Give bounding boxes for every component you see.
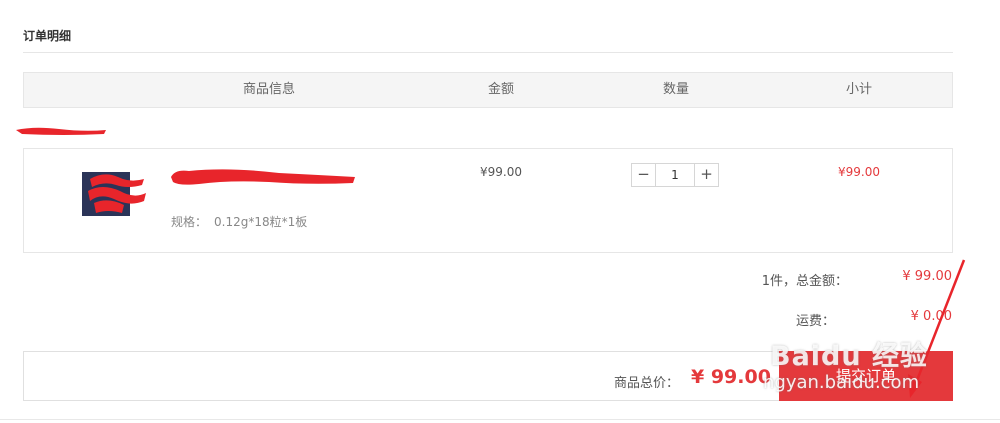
table-header: 商品信息 金额 数量 小计 bbox=[23, 72, 953, 108]
shipping-label: 运费： bbox=[795, 314, 835, 329]
divider bbox=[23, 52, 953, 53]
increase-quantity-button[interactable]: + bbox=[694, 164, 718, 186]
order-footer: 商品总价： ¥ 99.00 提交订单 bbox=[23, 351, 953, 401]
goods-total-value: ¥ 99.00 bbox=[691, 366, 771, 388]
spec-label: 规格： bbox=[171, 215, 208, 229]
order-item-row: 规格： 0.12g*18粒*1板 ¥99.00 − 1 + ¥99.00 bbox=[23, 148, 953, 253]
header-product: 商品信息 bbox=[242, 82, 295, 97]
quantity-stepper[interactable]: − 1 + bbox=[631, 163, 719, 187]
annotation-arrow-icon bbox=[908, 259, 966, 398]
header-price: 金额 bbox=[487, 82, 514, 97]
total-amount-label: 1件，总金额： bbox=[761, 274, 848, 289]
decrease-quantity-button[interactable]: − bbox=[632, 164, 656, 186]
header-subtotal: 小计 bbox=[845, 82, 872, 97]
item-subtotal: ¥99.00 bbox=[838, 165, 880, 179]
spec-value: 0.12g*18粒*1板 bbox=[214, 215, 308, 229]
header-quantity: 数量 bbox=[662, 82, 689, 97]
goods-total-label: 商品总价： bbox=[614, 376, 680, 391]
section-title: 订单明细 bbox=[23, 29, 72, 43]
quantity-value[interactable]: 1 bbox=[656, 164, 694, 186]
shop-name-redaction bbox=[16, 127, 106, 135]
divider bbox=[0, 419, 1000, 420]
item-price: ¥99.00 bbox=[480, 165, 522, 179]
product-name-redaction[interactable] bbox=[169, 163, 359, 187]
product-thumbnail[interactable] bbox=[82, 169, 152, 219]
